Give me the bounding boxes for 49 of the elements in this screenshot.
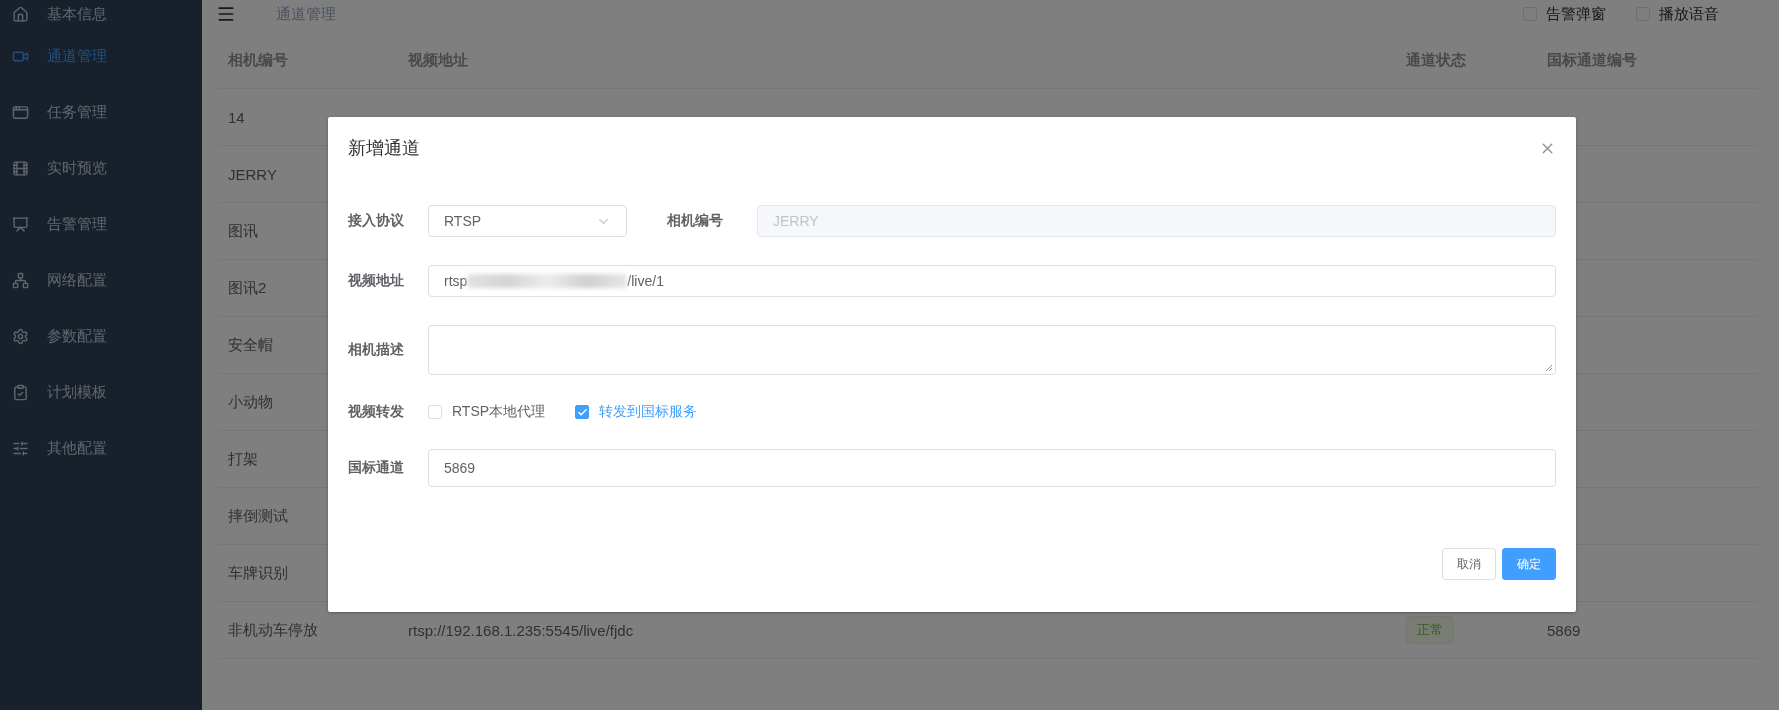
dialog-title: 新增通道 (348, 137, 420, 160)
sidebar-item[interactable]: 基本信息 (0, 0, 202, 28)
settings-icon (12, 327, 29, 345)
resize-grip-icon[interactable] (1545, 364, 1553, 372)
table-cell: JERRY (228, 165, 277, 183)
field-label: 视频转发 (348, 403, 405, 421)
protocol-select[interactable]: RTSP (428, 205, 627, 237)
checkbox[interactable] (575, 405, 590, 419)
sidebar-item[interactable]: 参数配置 (0, 308, 202, 364)
table-cell: 非机动车停放 (228, 620, 318, 640)
checkbox-label[interactable]: 播放语音 (1659, 4, 1719, 24)
table-cell: 小动物 (228, 392, 273, 412)
table-cell: 安全帽 (228, 335, 273, 355)
field-label: 视频地址 (348, 272, 405, 290)
sidebar-item[interactable]: 网络配置 (0, 252, 202, 308)
input-field[interactable]: rtsp /live/1 (428, 265, 1556, 297)
sliders-icon (12, 439, 29, 457)
table-cell: 5869 (1547, 621, 1581, 639)
table-cell: 图讯 (228, 221, 258, 241)
cancel-button[interactable]: 取消 (1442, 548, 1496, 580)
table-cell: 车牌识别 (228, 563, 288, 583)
sidebar-item[interactable]: 任务管理 (0, 84, 202, 140)
sidebar-item[interactable]: 实时预览 (0, 140, 202, 196)
field-label: 国标通道 (348, 459, 405, 477)
sidebar-item[interactable]: 通道管理 (0, 28, 202, 84)
table-cell: 摔倒测试 (228, 506, 288, 526)
sidebar-item[interactable]: 告警管理 (0, 196, 202, 252)
sidebar-item[interactable]: 计划模板 (0, 364, 202, 420)
sidebar-item[interactable]: 其他配置 (0, 420, 202, 476)
film-icon (12, 159, 29, 177)
presentation-icon (12, 215, 29, 233)
table-cell: 图讯2 (228, 278, 267, 298)
home-icon (12, 5, 29, 23)
menu-icon[interactable] (216, 4, 236, 24)
input-field[interactable]: 5869 (428, 449, 1556, 487)
checkbox-label[interactable]: RTSP本地代理 (452, 403, 546, 421)
checkbox-label[interactable]: 告警弹窗 (1546, 4, 1606, 24)
window-icon (12, 103, 29, 121)
field-label: 相机编号 (667, 212, 724, 230)
table-cell: rtsp://192.168.1.235:5545/live/fjdc (408, 621, 634, 639)
field-label: 接入协议 (348, 212, 405, 230)
checkbox-label[interactable]: 转发到国标服务 (599, 403, 698, 421)
table-cell: 14 (228, 108, 245, 126)
network-icon (12, 271, 29, 289)
status-tag: 正常 (1406, 616, 1454, 644)
field-label: 相机描述 (348, 341, 405, 359)
confirm-button[interactable]: 确定 (1502, 548, 1556, 580)
clipboard-check-icon (12, 383, 29, 401)
table-cell: 打架 (228, 449, 258, 469)
